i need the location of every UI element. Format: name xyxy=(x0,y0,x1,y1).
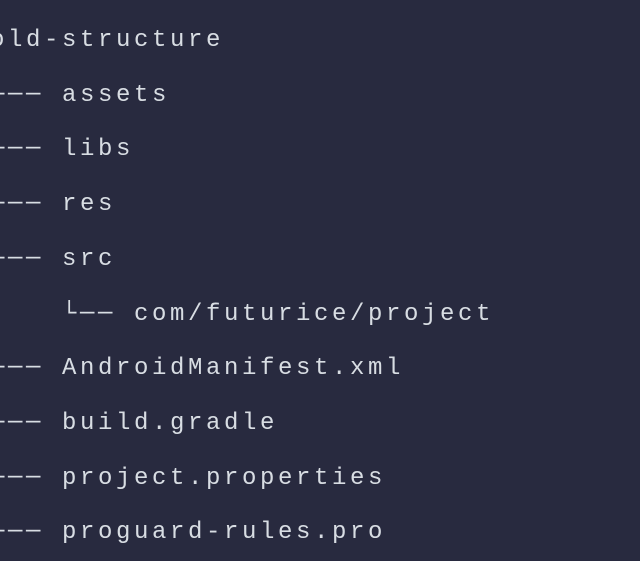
directory-tree: old-structure ├── assets ├── libs ├── re… xyxy=(0,14,640,561)
tree-line-src: ├── src xyxy=(0,233,640,288)
tree-line-assets: ├── assets xyxy=(0,69,640,124)
tree-line-project-properties: ├── project.properties xyxy=(0,452,640,507)
tree-line-package: │ └── com/futurice/project xyxy=(0,288,640,343)
tree-line-proguard: └── proguard-rules.pro xyxy=(0,506,640,561)
tree-line-libs: ├── libs xyxy=(0,123,640,178)
tree-line-root: old-structure xyxy=(0,14,640,69)
tree-line-manifest: ├── AndroidManifest.xml xyxy=(0,342,640,397)
tree-line-res: ├── res xyxy=(0,178,640,233)
tree-line-build-gradle: ├── build.gradle xyxy=(0,397,640,452)
